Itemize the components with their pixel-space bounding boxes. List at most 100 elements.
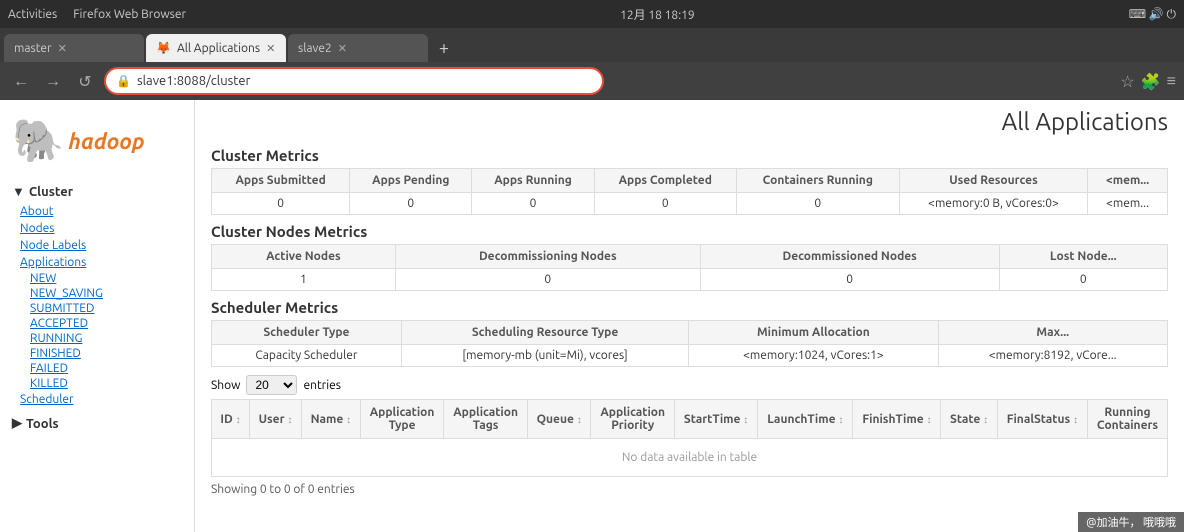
cluster-metrics-title: Cluster Metrics [211, 147, 1168, 164]
sidebar-app-failed[interactable]: FAILED [0, 361, 194, 376]
val-min-allocation: <memory:1024, vCores:1> [689, 345, 938, 367]
applications-table: ID ↕ User ↕ Name ↕ ApplicationType Appli… [211, 399, 1168, 477]
back-button[interactable]: ← [8, 68, 34, 94]
col-launch-time[interactable]: LaunchTime ↕ [758, 400, 853, 439]
entries-select[interactable]: 10 20 25 50 100 [246, 375, 297, 395]
show-label: Show [211, 379, 240, 392]
col-apps-submitted: Apps Submitted [212, 169, 350, 193]
col-min-allocation: Minimum Allocation [689, 321, 938, 345]
address-bar-right: ☆ 🧩 ≡ [1116, 72, 1176, 91]
page-title: All Applications [211, 108, 1168, 135]
sidebar: 🐘 hadoop ▼ Cluster About Nodes Node Labe… [0, 100, 195, 532]
col-queue[interactable]: Queue ↕ [527, 400, 591, 439]
activities-label[interactable]: Activities [8, 8, 57, 21]
col-apps-completed: Apps Completed [594, 169, 736, 193]
os-time: 12月 18 18:19 [620, 6, 695, 23]
tab-slave1-close[interactable]: ✕ [266, 42, 275, 55]
col-containers-running: Containers Running [736, 169, 899, 193]
col-running-containers: RunningContainers [1087, 400, 1167, 439]
val-apps-completed: 0 [594, 193, 736, 215]
col-start-time[interactable]: StartTime ↕ [674, 400, 757, 439]
col-decommissioning-nodes: Decommissioning Nodes [395, 245, 700, 269]
page-content: 🐘 hadoop ▼ Cluster About Nodes Node Labe… [0, 100, 1184, 532]
bookmark-button[interactable]: ☆ [1120, 72, 1134, 91]
main-content: All Applications Cluster Metrics Apps Su… [195, 100, 1184, 532]
os-topbar-right: ⌨ 🔊 ⏻ [1129, 7, 1176, 22]
refresh-button[interactable]: ↺ [72, 68, 98, 94]
cluster-label: Cluster [29, 185, 73, 199]
new-tab-button[interactable]: + [430, 34, 458, 62]
col-state[interactable]: State ↕ [941, 400, 997, 439]
sidebar-app-finished[interactable]: FINISHED [0, 346, 194, 361]
col-final-status[interactable]: FinalStatus ↕ [997, 400, 1087, 439]
col-name[interactable]: Name ↕ [301, 400, 360, 439]
address-text: slave1:8088/cluster [137, 74, 251, 88]
val-containers-running: 0 [736, 193, 899, 215]
sort-start-icon: ↕ [743, 414, 748, 425]
address-bar-row: ← → ↺ 🔒 slave1:8088/cluster ☆ 🧩 ≡ [0, 62, 1184, 100]
extensions-button[interactable]: 🧩 [1141, 72, 1161, 91]
csdn-watermark: @加油牛， 哦哦哦 [1078, 512, 1184, 532]
col-active-nodes: Active Nodes [212, 245, 396, 269]
browser-menu-button[interactable]: ≡ [1167, 72, 1176, 91]
sidebar-app-accepted[interactable]: ACCEPTED [0, 316, 194, 331]
col-application-tags: ApplicationTags [444, 400, 528, 439]
tools-arrow-icon: ▶ [12, 416, 22, 431]
no-data-message: No data available in table [212, 439, 1168, 477]
no-data-row: No data available in table [212, 439, 1168, 477]
col-id[interactable]: ID ↕ [212, 400, 250, 439]
sidebar-app-killed[interactable]: KILLED [0, 376, 194, 391]
col-max-allocation: Max... [938, 321, 1167, 345]
col-scheduler-type: Scheduler Type [212, 321, 402, 345]
firefox-label[interactable]: Firefox Web Browser [73, 8, 186, 21]
cluster-arrow-icon: ▼ [12, 184, 25, 199]
address-bar[interactable]: 🔒 slave1:8088/cluster [104, 67, 604, 95]
tools-header[interactable]: ▶ Tools [0, 410, 194, 437]
val-used-resources: <memory:0 B, vCores:0> [899, 193, 1087, 215]
col-decommissioned-nodes: Decommissioned Nodes [700, 245, 999, 269]
val-lost-nodes: 0 [999, 269, 1168, 291]
entries-label: entries [303, 379, 341, 392]
col-more: <mem... [1088, 169, 1168, 193]
tab-slave1[interactable]: 🦊 All Applications ✕ [146, 34, 286, 62]
sort-name-icon: ↕ [346, 414, 351, 425]
hadoop-logo: 🐘 hadoop [0, 108, 194, 178]
sidebar-applications-header[interactable]: Applications [0, 254, 194, 271]
hadoop-bird-icon: 🐘 [12, 116, 64, 166]
sidebar-about-link[interactable]: About [0, 203, 194, 220]
sidebar-app-submitted[interactable]: SUBMITTED [0, 301, 194, 316]
tab-slave1-label: All Applications [177, 42, 260, 55]
val-scheduler-type: Capacity Scheduler [212, 345, 402, 367]
tab-slave2[interactable]: slave2 ✕ [288, 34, 428, 62]
val-decommissioning-nodes: 0 [395, 269, 700, 291]
col-user[interactable]: User ↕ [250, 400, 302, 439]
sort-state-icon: ↕ [983, 414, 988, 425]
applications-link-text[interactable]: Applications [20, 256, 86, 269]
val-apps-pending: 0 [350, 193, 472, 215]
tab-master-close[interactable]: ✕ [58, 42, 67, 55]
sidebar-app-running[interactable]: RUNNING [0, 331, 194, 346]
sidebar-nodelabels-link[interactable]: Node Labels [0, 237, 194, 254]
col-scheduling-resource: Scheduling Resource Type [401, 321, 688, 345]
browser-chrome: master ✕ 🦊 All Applications ✕ slave2 ✕ +… [0, 28, 1184, 100]
os-icons: ⌨ 🔊 ⏻ [1129, 7, 1176, 22]
sidebar-scheduler-link[interactable]: Scheduler [0, 391, 194, 408]
sidebar-nodes-link[interactable]: Nodes [0, 220, 194, 237]
sidebar-app-new[interactable]: NEW [0, 271, 194, 286]
sidebar-app-new-saving[interactable]: NEW_SAVING [0, 286, 194, 301]
sort-id-icon: ↕ [236, 414, 241, 425]
cluster-header[interactable]: ▼ Cluster [0, 180, 194, 203]
col-lost-nodes: Lost Node... [999, 245, 1168, 269]
val-apps-running: 0 [472, 193, 594, 215]
os-topbar-left: Activities Firefox Web Browser [8, 8, 186, 21]
cluster-nodes-table: Active Nodes Decommissioning Nodes Decom… [211, 244, 1168, 291]
tab-master[interactable]: master ✕ [4, 34, 144, 62]
tab-slave2-close[interactable]: ✕ [338, 42, 347, 55]
col-apps-pending: Apps Pending [350, 169, 472, 193]
forward-button[interactable]: → [40, 68, 66, 94]
tools-label: Tools [26, 417, 59, 431]
security-icon: 🔒 [116, 74, 131, 88]
col-finish-time[interactable]: FinishTime ↕ [853, 400, 941, 439]
sort-final-icon: ↕ [1073, 414, 1078, 425]
tab-slave1-favicon: 🦊 [156, 41, 171, 55]
